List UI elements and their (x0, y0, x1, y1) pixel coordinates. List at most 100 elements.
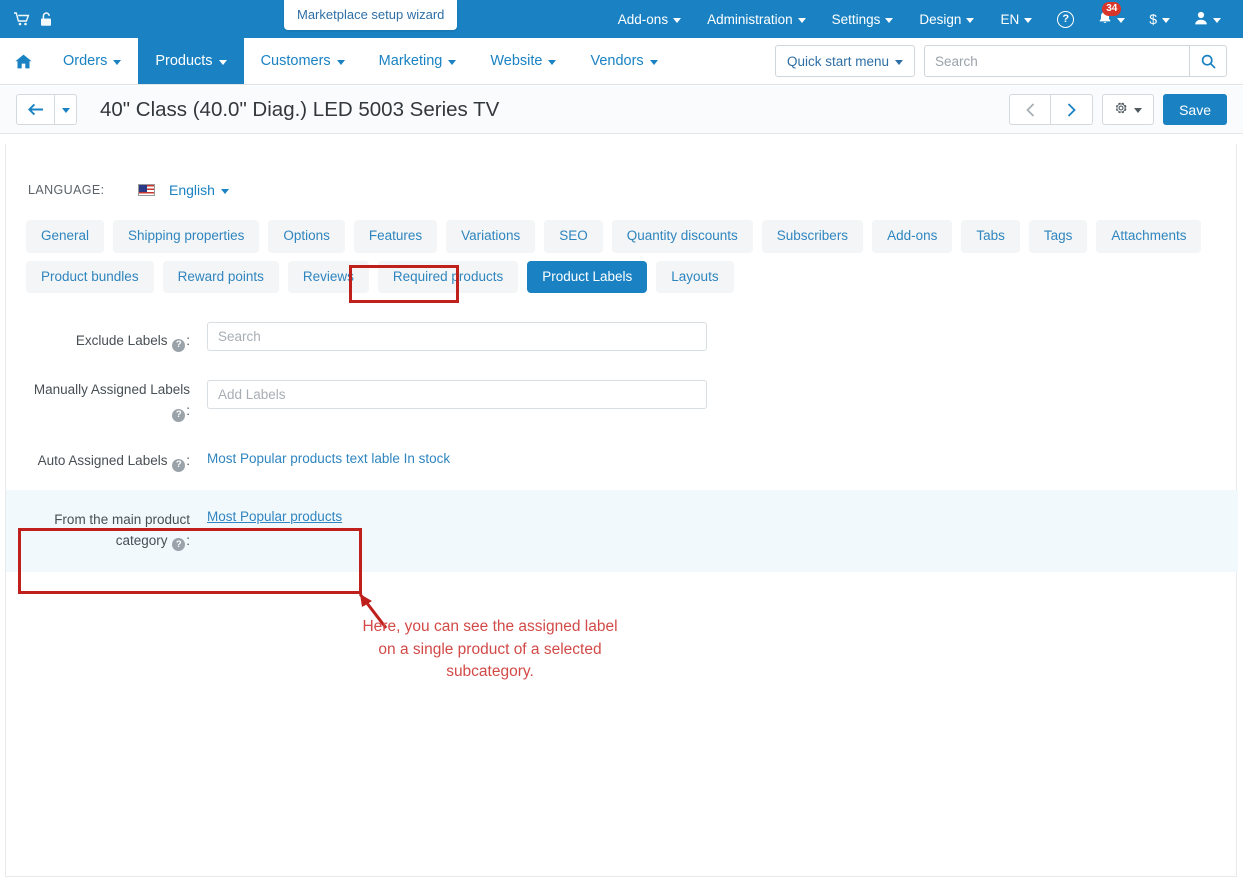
form-row-auto-assigned-labels: Auto Assigned Labels ?: Most Popular pro… (6, 445, 1238, 472)
nav-item-vendors[interactable]: Vendors (573, 38, 674, 84)
menu-add-ons[interactable]: Add-ons (605, 0, 694, 38)
main-category-label-line1: From the main product (54, 511, 190, 527)
form-row-exclude-labels: Exclude Labels ?: (6, 322, 1238, 352)
help-icon[interactable]: ? (172, 338, 186, 352)
nav-item-orders[interactable]: Orders (46, 38, 138, 84)
gear-icon (1114, 101, 1128, 118)
nav-item-website-label: Website (490, 53, 543, 69)
help-icon[interactable]: ? (172, 458, 186, 472)
menu-language-en[interactable]: EN (987, 0, 1045, 38)
chevron-down-icon (336, 59, 345, 65)
form-row-main-category-label: From the main product category ?: Most P… (6, 489, 1238, 572)
tab-layouts[interactable]: Layouts (656, 260, 734, 293)
unlock-icon[interactable] (40, 11, 53, 27)
tab-variations[interactable]: Variations (446, 220, 536, 253)
menu-language-label: EN (1000, 11, 1020, 27)
tab-add-ons[interactable]: Add-ons (872, 220, 953, 253)
nav-item-website[interactable]: Website (473, 38, 573, 84)
help-icon[interactable]: ? (172, 408, 186, 422)
tab-attachments[interactable]: Attachments (1096, 220, 1202, 253)
notifications-badge: 34 (1102, 2, 1122, 16)
tab-shipping-properties[interactable]: Shipping properties (113, 220, 260, 253)
menu-administration[interactable]: Administration (694, 0, 819, 38)
chevron-down-icon (448, 59, 457, 65)
menu-design-label: Design (919, 11, 962, 27)
main-category-label: From the main product category ?: (6, 508, 190, 552)
question-mark-icon: ? (1057, 10, 1075, 28)
help-button[interactable]: ? (1045, 0, 1086, 38)
tab-features[interactable]: Features (353, 220, 438, 253)
quick-start-menu-label: Quick start menu (786, 53, 889, 69)
tab-product-labels[interactable]: Product Labels (527, 260, 648, 293)
top-bar-left-icons (0, 11, 53, 27)
main-category-value-link[interactable]: Most Popular products (207, 509, 342, 524)
chevron-down-icon (218, 59, 227, 65)
next-record-button[interactable] (1051, 94, 1094, 125)
menu-design[interactable]: Design (906, 0, 987, 38)
nav-item-customers[interactable]: Customers (244, 38, 362, 84)
settings-dropdown-button[interactable] (1102, 94, 1155, 125)
tab-seo[interactable]: SEO (544, 220, 603, 253)
chevron-down-icon (61, 108, 70, 113)
help-icon[interactable]: ? (172, 538, 186, 552)
menu-settings-label: Settings (831, 11, 881, 27)
manually-assigned-labels-control (190, 379, 707, 409)
manually-assigned-labels-input[interactable] (207, 379, 707, 409)
chevron-down-icon (885, 17, 894, 23)
nav-item-marketing[interactable]: Marketing (362, 38, 474, 84)
auto-assigned-labels-value[interactable]: Most Popular products text lable In stoc… (207, 445, 450, 466)
tab-required-products[interactable]: Required products (377, 260, 519, 293)
user-menu[interactable] (1182, 0, 1235, 38)
manually-assigned-labels-label-text: Manually Assigned Labels (33, 381, 190, 397)
nav-item-products-label: Products (155, 53, 213, 69)
tab-options[interactable]: Options (268, 220, 345, 253)
tab-tags[interactable]: Tags (1028, 220, 1088, 253)
tab-reviews[interactable]: Reviews (287, 260, 369, 293)
language-selector[interactable]: English (138, 182, 229, 198)
top-bar-right-menus: Add-ons Administration Settings Design E… (605, 0, 1243, 38)
form-row-manually-assigned-labels: Manually Assigned Labels ?: (6, 379, 1238, 422)
nav-item-products[interactable]: Products (138, 38, 244, 84)
tab-subscribers[interactable]: Subscribers (761, 220, 864, 253)
auto-assigned-labels-label: Auto Assigned Labels ?: (6, 445, 190, 472)
marketplace-setup-wizard-tab[interactable]: Marketplace setup wizard (284, 0, 458, 30)
cart-icon[interactable] (14, 12, 30, 26)
back-dropdown-button[interactable] (55, 94, 77, 125)
chevron-down-icon (1117, 17, 1126, 23)
chevron-down-icon (797, 17, 806, 23)
search-input[interactable] (924, 45, 1189, 77)
quick-start-menu-button[interactable]: Quick start menu (774, 45, 915, 77)
main-category-suffix: : (186, 532, 190, 548)
previous-record-button[interactable] (1009, 94, 1052, 125)
exclude-labels-control (190, 322, 707, 351)
menu-settings[interactable]: Settings (819, 0, 907, 38)
home-icon[interactable] (0, 38, 46, 84)
menu-add-ons-label: Add-ons (617, 11, 669, 27)
tab-general[interactable]: General (26, 220, 105, 253)
manually-assigned-labels-label: Manually Assigned Labels ?: (6, 380, 190, 422)
top-bar: Marketplace setup wizard Add-ons Adminis… (0, 0, 1243, 38)
chevron-down-icon (673, 17, 682, 23)
record-pager (1009, 94, 1094, 125)
main-category-label-line2: category (115, 532, 168, 548)
language-label: LANGUAGE: (28, 183, 105, 197)
main-navigation: Orders Products Customers Marketing Webs… (0, 38, 1243, 85)
chevron-down-icon (1024, 17, 1033, 23)
exclude-labels-input[interactable] (207, 322, 707, 351)
currency-selector[interactable]: $ (1137, 0, 1182, 38)
tab-product-bundles[interactable]: Product bundles (26, 260, 154, 293)
tab-reward-points[interactable]: Reward points (162, 260, 279, 293)
tab-tabs[interactable]: Tabs (961, 220, 1020, 253)
us-flag-icon (138, 184, 155, 196)
save-button[interactable]: Save (1163, 94, 1227, 125)
search-button[interactable] (1189, 45, 1227, 77)
tab-quantity-discounts[interactable]: Quantity discounts (611, 220, 753, 253)
chevron-down-icon (895, 59, 903, 65)
auto-assigned-labels-control: Most Popular products text lable In stoc… (190, 445, 450, 468)
back-button[interactable] (16, 94, 55, 125)
notifications-button[interactable]: 34 (1086, 0, 1137, 38)
product-labels-form: Exclude Labels ?: Manually Assigned Labe… (6, 322, 1238, 572)
content-panel: LANGUAGE: English General Shipping prope… (5, 144, 1238, 877)
chevron-down-icon (649, 59, 658, 65)
chevron-down-icon (1134, 108, 1143, 113)
